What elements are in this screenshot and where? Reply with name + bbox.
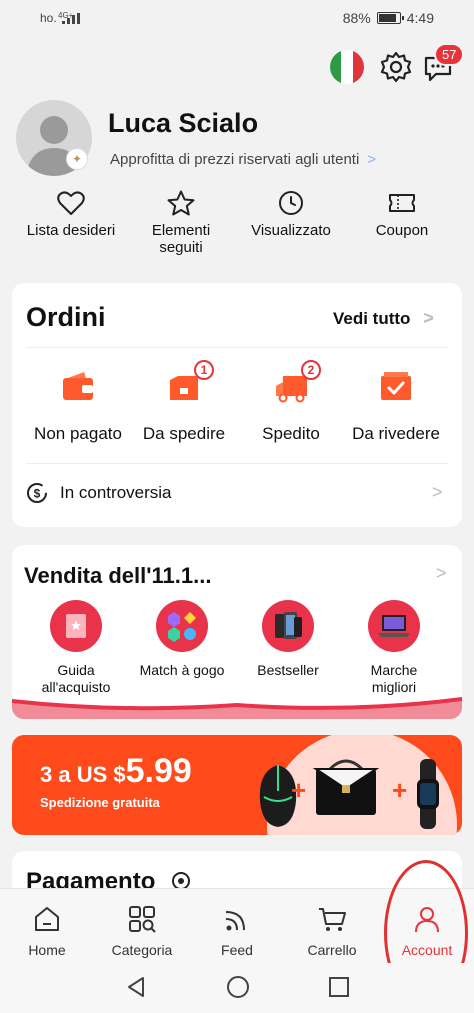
- see-all-orders-link[interactable]: Vedi tutto >: [333, 308, 434, 329]
- sale-item-top-brands[interactable]: Marche migliori: [344, 600, 444, 696]
- quick-link-label: Lista desideri: [26, 222, 116, 239]
- review-icon: [381, 372, 411, 400]
- ticket-icon: [389, 194, 415, 212]
- order-status-label: Non pagato: [34, 424, 122, 443]
- chevron-right-icon: >: [367, 151, 377, 168]
- carrier-label: ho.: [40, 11, 57, 25]
- order-status-unpaid[interactable]: Non pagato: [18, 366, 138, 444]
- italy-flag-icon[interactable]: [330, 50, 364, 84]
- chevron-right-icon[interactable]: >: [432, 482, 443, 503]
- quick-link-wishlist[interactable]: Lista desideri: [12, 190, 130, 239]
- home-circle-icon[interactable]: [226, 975, 250, 999]
- sale-title[interactable]: Vendita dell'11.1...: [24, 563, 211, 589]
- promo-price-value: 5.99: [125, 752, 192, 790]
- quick-link-following[interactable]: Elementi seguiti: [122, 190, 240, 256]
- nav-category[interactable]: Categoria: [97, 904, 187, 958]
- home-icon: [35, 907, 59, 931]
- nav-label: Categoria: [111, 942, 173, 958]
- star-icon: [167, 190, 195, 216]
- nav-cart[interactable]: Carrello: [287, 904, 377, 958]
- nav-label: Home: [28, 942, 66, 958]
- clock-time: 4:49: [406, 10, 434, 26]
- profile-subtitle-text: Approfitta di prezzi riservati agli uten…: [110, 151, 360, 168]
- nav-label: Feed: [221, 942, 253, 958]
- plus-icon: +: [291, 775, 307, 805]
- grid-icon: [129, 906, 156, 933]
- chevron-right-icon[interactable]: >: [436, 563, 447, 584]
- quick-link-viewed[interactable]: Visualizzato: [232, 190, 350, 239]
- nav-feed[interactable]: Feed: [192, 904, 282, 958]
- quick-link-label: Visualizzato: [251, 222, 331, 239]
- wallet-icon: [63, 372, 93, 400]
- plus-icon: +: [392, 775, 408, 805]
- promo-subtitle: Spedizione gratuita: [40, 795, 160, 810]
- sale-item-bestseller[interactable]: Bestseller: [238, 600, 338, 679]
- profile-name: Luca Scialo: [108, 108, 259, 138]
- order-count-badge: 2: [301, 360, 321, 380]
- order-status-label: Da rivedere: [352, 424, 440, 443]
- divider: [26, 347, 448, 348]
- gear-icon[interactable]: [379, 50, 413, 84]
- sale-item-label: Marche migliori: [370, 662, 418, 695]
- system-nav-bar: [0, 963, 474, 1013]
- promo-prefix: 3 a US $: [40, 762, 126, 787]
- laptop-icon: [378, 615, 410, 637]
- phones-icon: [275, 612, 302, 639]
- order-status-label: Da spedire: [142, 424, 226, 443]
- svg-text:$: $: [34, 487, 41, 501]
- signal-icon: [62, 13, 80, 24]
- battery-icon: [376, 12, 404, 24]
- order-count-badge: 1: [194, 360, 214, 380]
- messages-badge: 57: [434, 43, 465, 66]
- orders-title: Ordini: [26, 302, 106, 332]
- sale-item-buying-guide[interactable]: Guida all'acquisto: [26, 600, 126, 696]
- nav-label: Carrello: [307, 942, 357, 958]
- feed-icon: [225, 911, 245, 931]
- nav-home[interactable]: Home: [2, 904, 92, 958]
- smartwatch-icon: [417, 759, 439, 829]
- cart-icon: [319, 908, 346, 931]
- book-icon: [66, 614, 86, 638]
- recents-icon[interactable]: [328, 976, 350, 998]
- status-bar: ho. 4G+ 88% 4:49: [0, 0, 474, 36]
- gems-icon: [168, 612, 196, 642]
- handbag-icon: [312, 759, 380, 815]
- order-status-shipped[interactable]: 2 Spedito: [232, 360, 350, 444]
- dispute-label: In controversia: [60, 483, 172, 502]
- chevron-right-icon: >: [423, 308, 434, 328]
- see-all-label: Vedi tutto: [333, 309, 411, 328]
- dispute-icon: $: [27, 483, 47, 503]
- sale-item-label: Match à gogo: [139, 662, 225, 678]
- quick-link-label: Elementi seguiti: [151, 222, 211, 256]
- order-status-label: Spedito: [262, 424, 320, 443]
- sparkle-icon: ✦: [66, 148, 88, 170]
- sale-item-label: Guida all'acquisto: [41, 662, 111, 695]
- promo-price: 3 a US $5.99: [40, 752, 192, 791]
- quick-link-coupon[interactable]: Coupon: [343, 190, 461, 239]
- quick-link-label: Coupon: [375, 222, 429, 239]
- clock-icon: [279, 191, 303, 215]
- profile-subtitle[interactable]: Approfitta di prezzi riservati agli uten…: [110, 151, 376, 168]
- heart-icon: [57, 191, 85, 215]
- order-status-to-review[interactable]: Da rivedere: [337, 366, 455, 444]
- order-status-to-ship[interactable]: 1 Da spedire: [125, 360, 243, 444]
- back-icon[interactable]: [125, 975, 147, 999]
- divider: [26, 463, 448, 464]
- dispute-row[interactable]: $ In controversia: [26, 482, 172, 504]
- battery-percent: 88%: [342, 10, 371, 26]
- sale-item-label: Bestseller: [257, 662, 319, 678]
- sale-item-match-a-gogo[interactable]: Match à gogo: [132, 600, 232, 679]
